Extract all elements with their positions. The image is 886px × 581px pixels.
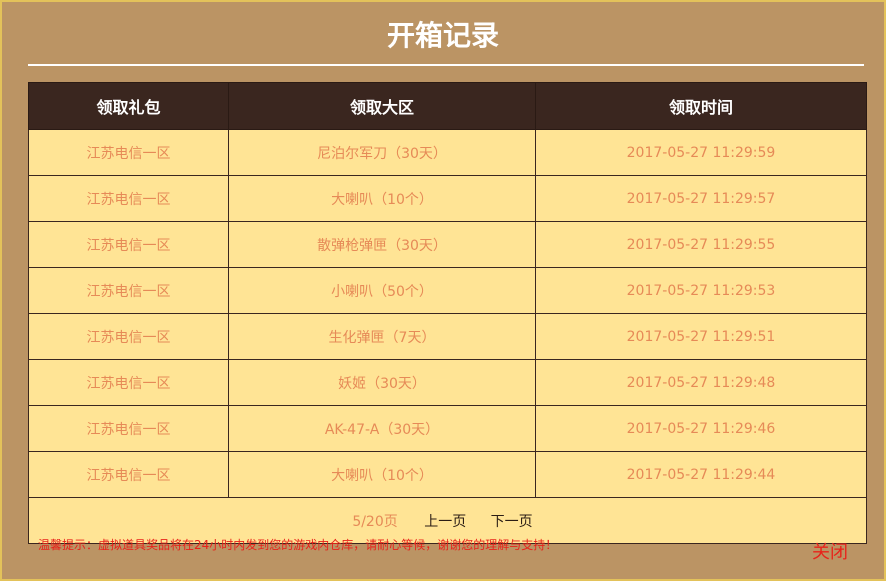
cell-region: 尼泊尔军刀（30天） <box>228 129 536 176</box>
cell-gift: 江苏电信一区 <box>28 313 229 360</box>
cell-gift: 江苏电信一区 <box>28 267 229 314</box>
table-row: 江苏电信一区 尼泊尔军刀（30天） 2017-05-27 11:29:59 <box>28 129 867 176</box>
close-button[interactable]: 关闭 <box>812 538 848 564</box>
next-page-link[interactable]: 下一页 <box>491 514 533 530</box>
cell-time: 2017-05-27 11:29:59 <box>535 129 867 176</box>
cell-gift: 江苏电信一区 <box>28 129 229 176</box>
table-row: 江苏电信一区 小喇叭（50个） 2017-05-27 11:29:53 <box>28 267 867 314</box>
title-divider <box>28 64 864 66</box>
cell-region: AK-47-A（30天） <box>228 405 536 452</box>
cell-time: 2017-05-27 11:29:57 <box>535 175 867 222</box>
cell-gift: 江苏电信一区 <box>28 221 229 268</box>
cell-gift: 江苏电信一区 <box>28 175 229 222</box>
cell-region: 散弹枪弹匣（30天） <box>228 221 536 268</box>
cell-time: 2017-05-27 11:29:48 <box>535 359 867 406</box>
cell-time: 2017-05-27 11:29:53 <box>535 267 867 314</box>
table-header-row: 领取礼包 领取大区 领取时间 <box>28 82 867 130</box>
tip-text: 温馨提示：虚拟道具奖品将在24小时内发到您的游戏内仓库，请耐心等候，谢谢您的理解… <box>38 538 558 552</box>
cell-region: 小喇叭（50个） <box>228 267 536 314</box>
modal-title: 开箱记录 <box>386 19 499 52</box>
table-row: 江苏电信一区 AK-47-A（30天） 2017-05-27 11:29:46 <box>28 405 867 452</box>
table-row: 江苏电信一区 大喇叭（10个） 2017-05-27 11:29:44 <box>28 451 867 498</box>
cell-region: 生化弹匣（7天） <box>228 313 536 360</box>
cell-region: 大喇叭（10个） <box>228 175 536 222</box>
table-row: 江苏电信一区 大喇叭（10个） 2017-05-27 11:29:57 <box>28 175 867 222</box>
cell-time: 2017-05-27 11:29:46 <box>535 405 867 452</box>
cell-time: 2017-05-27 11:29:51 <box>535 313 867 360</box>
table-row: 江苏电信一区 生化弹匣（7天） 2017-05-27 11:29:51 <box>28 313 867 360</box>
table-row: 江苏电信一区 妖姬（30天） 2017-05-27 11:29:48 <box>28 359 867 406</box>
prev-page-link[interactable]: 上一页 <box>424 514 466 530</box>
header-time: 领取时间 <box>535 82 867 130</box>
cell-gift: 江苏电信一区 <box>28 451 229 498</box>
cell-time: 2017-05-27 11:29:44 <box>535 451 867 498</box>
cell-gift: 江苏电信一区 <box>28 359 229 406</box>
header-gift: 领取礼包 <box>28 82 229 130</box>
table-row: 江苏电信一区 散弹枪弹匣（30天） 2017-05-27 11:29:55 <box>28 221 867 268</box>
cell-region: 大喇叭（10个） <box>228 451 536 498</box>
cell-gift: 江苏电信一区 <box>28 405 229 452</box>
cell-region: 妖姬（30天） <box>228 359 536 406</box>
record-modal: 开箱记录 领取礼包 领取大区 领取时间 江苏电信一区 尼泊尔军刀（30天） 20… <box>0 0 886 581</box>
header-region: 领取大区 <box>228 82 536 130</box>
records-table: 领取礼包 领取大区 领取时间 江苏电信一区 尼泊尔军刀（30天） 2017-05… <box>28 82 867 544</box>
cell-time: 2017-05-27 11:29:55 <box>535 221 867 268</box>
page-count: 5/20页 <box>352 513 398 530</box>
